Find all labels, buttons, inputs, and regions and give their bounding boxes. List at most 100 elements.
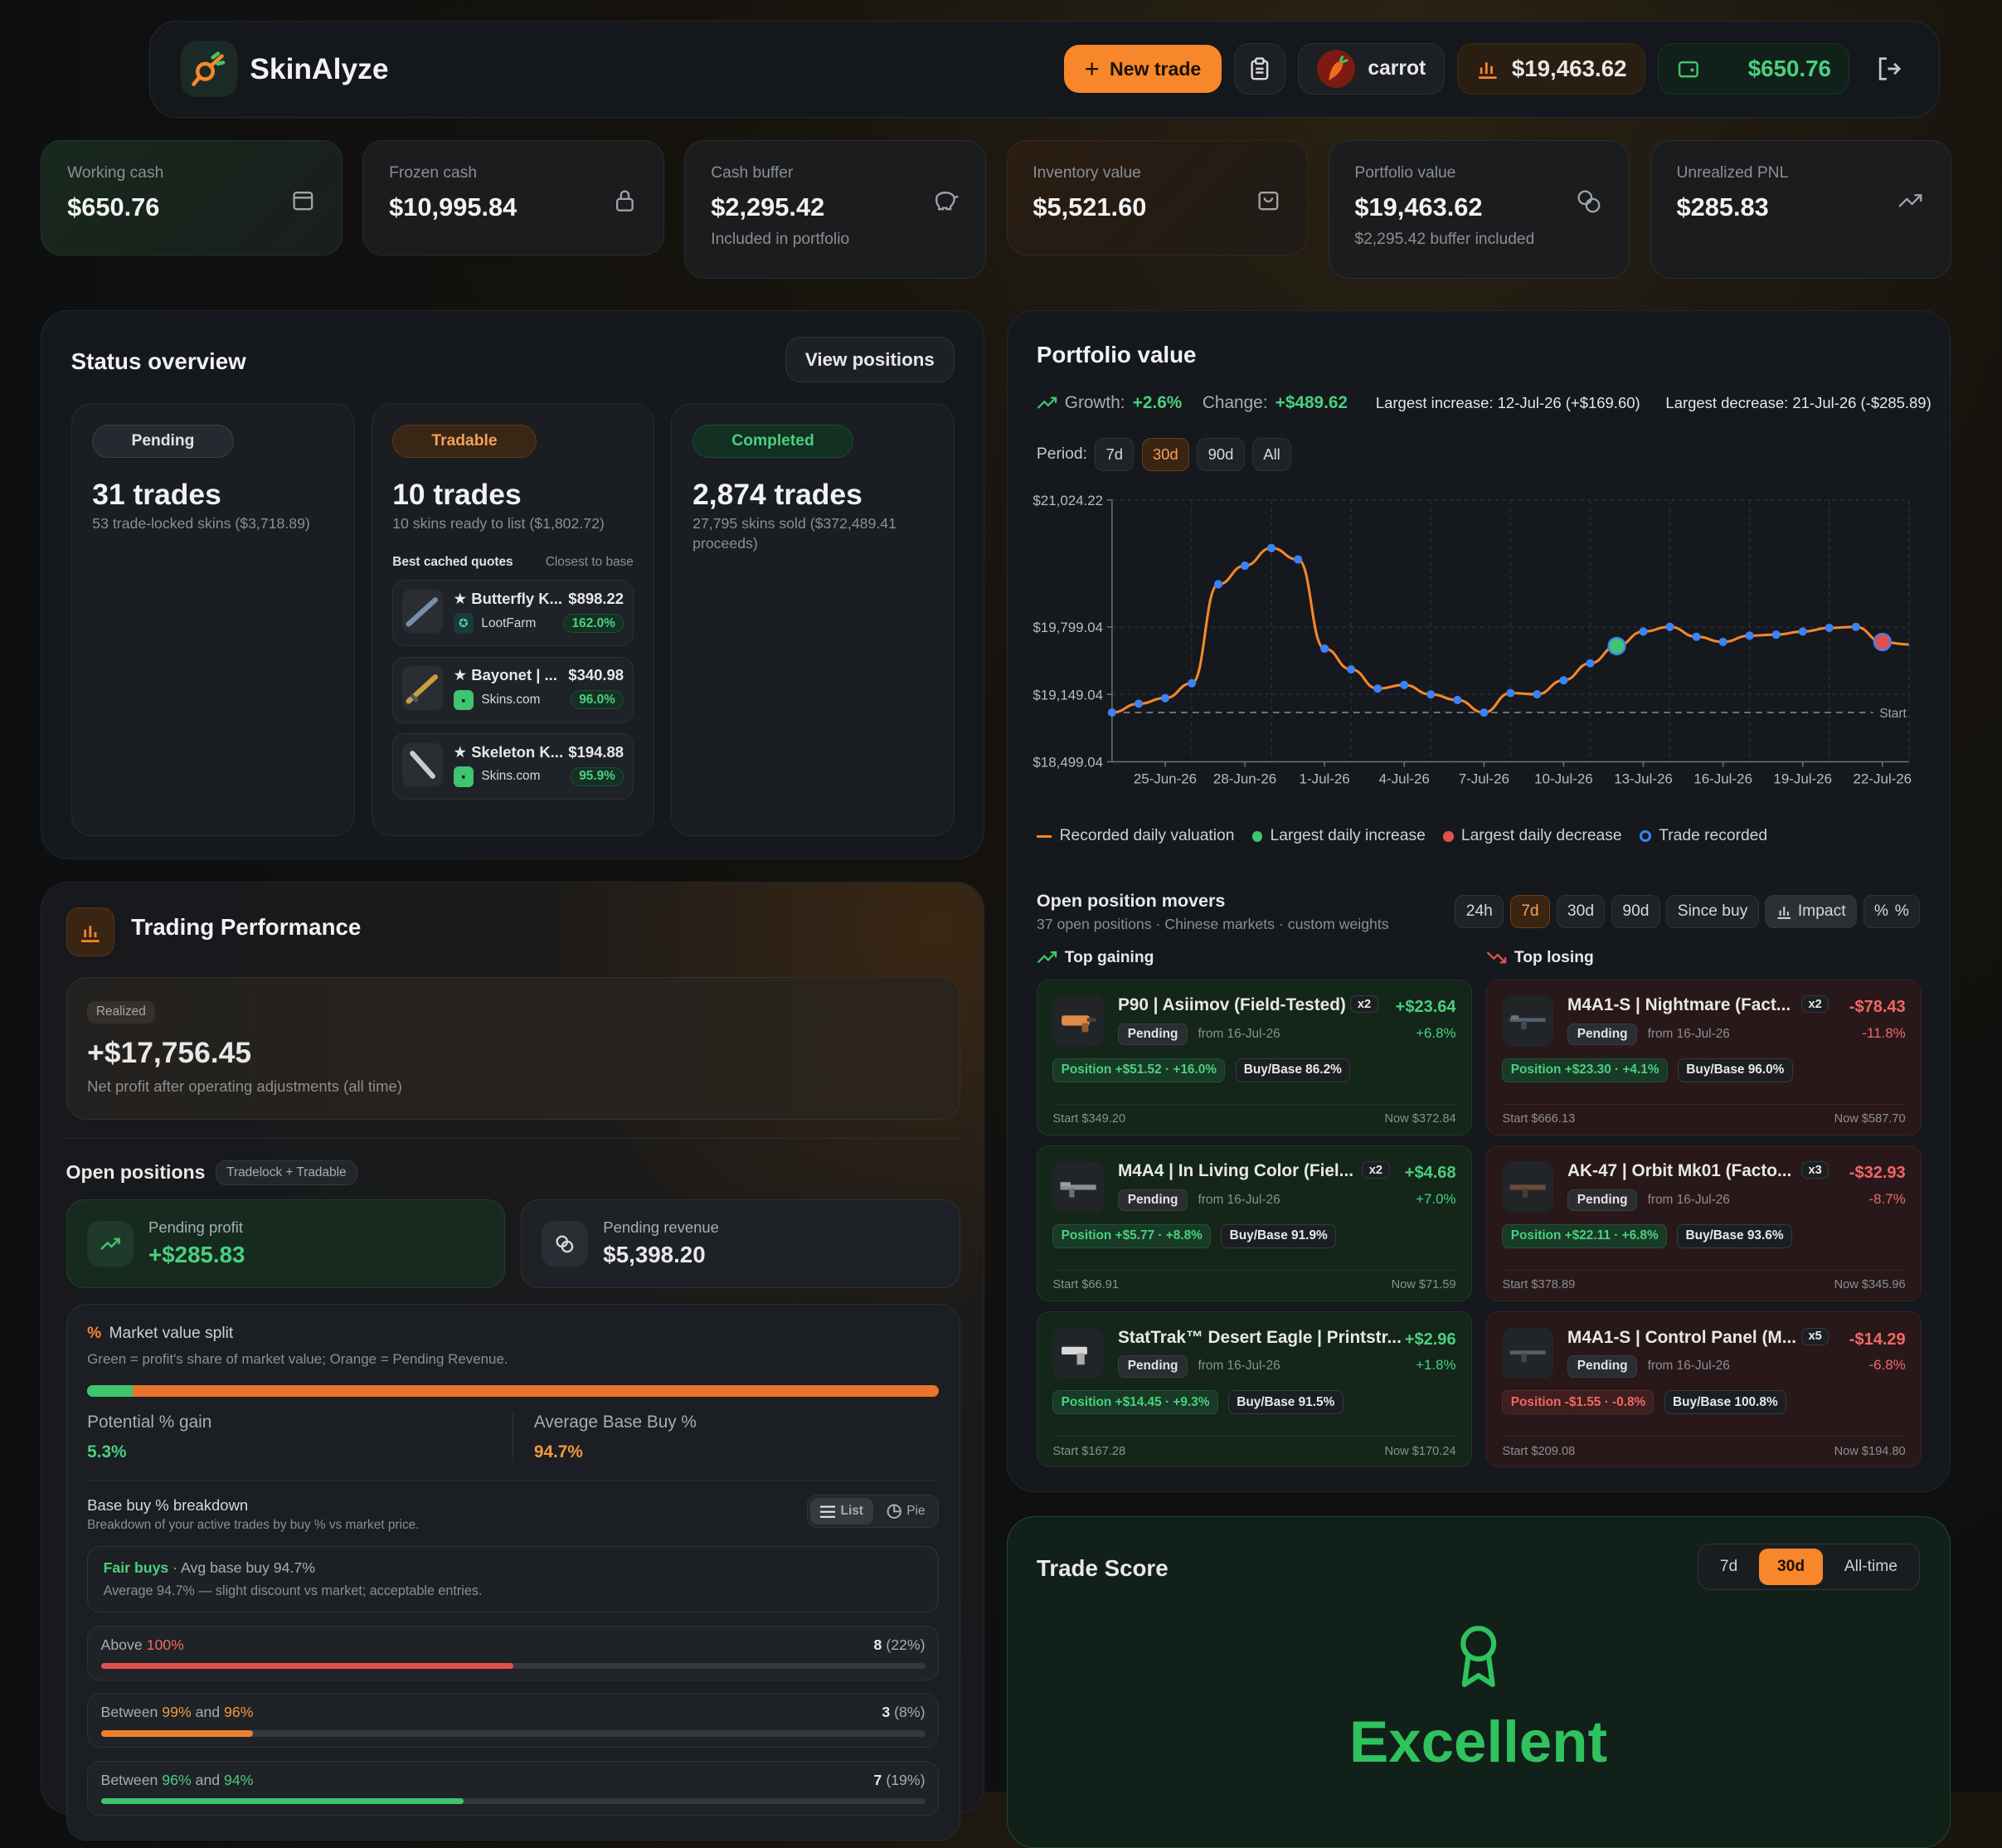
score-period-all-time[interactable]: All-time: [1826, 1549, 1915, 1585]
list-toggle[interactable]: List: [809, 1498, 874, 1525]
pending-revenue-value: $5,398.20: [603, 1242, 706, 1268]
knife-icon: [401, 742, 444, 787]
percent-icon: %: [87, 1325, 102, 1343]
clipboard-icon: [1251, 57, 1269, 80]
x-tick-label: 25-Jun-26: [1134, 771, 1197, 787]
quote-market: Skins.com: [481, 769, 541, 784]
status-completed-card[interactable]: Completed 2,874 trades 27,795 skins sold…: [671, 403, 955, 837]
mover-name: M4A1-S | Nightmare (Fact...: [1567, 995, 1791, 1015]
score-period-30d[interactable]: 30d: [1759, 1548, 1823, 1586]
filter-percent[interactable]: %%: [1863, 894, 1921, 929]
breakdown-row[interactable]: Between 99% and 96% 3 (8%): [87, 1693, 939, 1748]
quote-item[interactable]: ★ Bayonet | ... $340.98 ▪ Skins.com 96.0%: [392, 656, 634, 723]
x-tick-label: 10-Jul-26: [1534, 771, 1593, 787]
data-point: [1692, 632, 1701, 642]
range-a: 96%: [162, 1771, 192, 1788]
pie-icon: [887, 1504, 901, 1520]
split-bar: [87, 1385, 939, 1398]
list-label: List: [840, 1504, 863, 1519]
open-positions-title: Open positions: [66, 1161, 206, 1184]
mover-start: Start $66.91: [1052, 1278, 1119, 1292]
filter-30d[interactable]: 30d: [1556, 894, 1606, 929]
quote-item[interactable]: ★ Skeleton K... $194.88 ▪ Skins.com 95.9%: [392, 733, 634, 800]
period-selector: Period: 7d 30d 90d All: [1037, 437, 1292, 471]
range-a: 100%: [146, 1636, 184, 1654]
x-tick-label: 1-Jul-26: [1299, 771, 1349, 787]
wallet-pill[interactable]: $650.76: [1658, 43, 1850, 95]
pending-count: 31 trades: [92, 478, 221, 512]
breakdown-row[interactable]: Between 96% and 94% 7 (19%): [87, 1760, 939, 1816]
portfolio-value-panel: Portfolio value Growth: +2.6% Change: +$…: [1006, 310, 1951, 1492]
data-point: [1240, 562, 1250, 571]
completed-sub: 27,795 skins sold ($372,489.41 proceeds): [692, 515, 897, 552]
y-tick-label: $19,799.04: [1033, 620, 1103, 635]
movers-filters: 24h 7d 30d 90d Since buy Impact %%: [1455, 894, 1921, 929]
stat-label: Unrealized PNL: [1676, 164, 1789, 182]
change-value: +$489.62: [1275, 392, 1348, 412]
data-point: [1160, 693, 1169, 703]
filter-since-buy[interactable]: Since buy: [1666, 894, 1759, 929]
mover-card[interactable]: StatTrak™ Desert Eagle | Printstr... +$2.…: [1036, 1311, 1473, 1467]
data-point: [1266, 544, 1276, 553]
stat-value: $650.76: [67, 192, 160, 222]
breakdown-row[interactable]: Above 100% 8 (22%): [87, 1625, 939, 1680]
knife-icon: [401, 666, 444, 710]
mover-card[interactable]: AK-47 | Orbit Mk01 (Facto... x3 -$32.93 -8.…: [1486, 1145, 1922, 1301]
fair-desc: Average 94.7% — slight discount vs marke…: [103, 1583, 483, 1598]
mover-name: M4A1-S | Control Panel (M...: [1567, 1327, 1797, 1347]
data-point: [1506, 688, 1515, 698]
clipboard-button[interactable]: [1234, 43, 1285, 95]
user-menu[interactable]: carrot: [1298, 43, 1445, 95]
skins-com-icon: ▪: [453, 766, 474, 787]
lootfarm-icon: ✪: [453, 613, 474, 634]
portfolio-total-pill[interactable]: $19,463.62: [1457, 43, 1646, 95]
status-pending-card[interactable]: Pending 31 trades 53 trade-locked skins …: [70, 403, 355, 837]
quote-item[interactable]: ★ Butterfly K... $898.22 ✪ LootFarm 162.0%: [392, 580, 634, 647]
pie-toggle[interactable]: Pie: [876, 1498, 935, 1525]
mover-base: Buy/Base 86.2%: [1235, 1058, 1351, 1082]
filter-7d[interactable]: 7d: [1509, 894, 1550, 929]
data-point: [1346, 665, 1356, 674]
mover-card[interactable]: M4A1-S | Nightmare (Fact... x2 -$78.43 -11.…: [1486, 979, 1922, 1136]
logout-button[interactable]: [1870, 50, 1908, 88]
pending-profit-label: Pending profit: [148, 1218, 244, 1237]
status-overview-title: Status overview: [70, 348, 246, 374]
score-period-7d[interactable]: 7d: [1702, 1549, 1756, 1585]
range-bar: [100, 1662, 926, 1670]
quote-price: $898.22: [568, 590, 624, 608]
period-7d[interactable]: 7d: [1095, 437, 1135, 471]
range-b: 96%: [224, 1704, 254, 1721]
period-90d[interactable]: 90d: [1197, 437, 1245, 471]
app-logo[interactable]: [181, 41, 237, 98]
trade-score-title: Trade Score: [1036, 1555, 1169, 1582]
mover-name: AK-47 | Orbit Mk01 (Facto...: [1567, 1161, 1792, 1181]
mover-card[interactable]: P90 | Asiimov (Field-Tested) x2 +$23.64 +6.…: [1036, 979, 1473, 1136]
period-all[interactable]: All: [1251, 437, 1292, 471]
period-30d[interactable]: 30d: [1141, 437, 1190, 471]
status-tradable-card[interactable]: Tradable 10 trades 10 skins ready to lis…: [371, 403, 655, 837]
mover-name: P90 | Asiimov (Field-Tested): [1117, 995, 1346, 1015]
filter-90d[interactable]: 90d: [1611, 894, 1660, 929]
filter-24h[interactable]: 24h: [1455, 894, 1504, 929]
quotes-title: Best cached quotes: [392, 554, 513, 569]
pending-revenue-card: Pending revenue $5,398.20: [520, 1199, 960, 1289]
avg-base-value: 94.7%: [533, 1442, 583, 1461]
avatar: [1316, 50, 1356, 89]
realized-card: Realized +$17,756.45 Net profit after op…: [66, 976, 960, 1121]
mover-position: Position +$23.30 · +4.1%: [1502, 1058, 1668, 1082]
stat-label: Frozen cash: [389, 164, 478, 182]
filter-impact[interactable]: Impact: [1765, 894, 1857, 929]
percent-label: %: [1894, 902, 1909, 920]
weapon-icon: [1052, 1161, 1104, 1213]
view-positions-button[interactable]: View positions: [785, 337, 955, 383]
range-share: (8%): [894, 1704, 926, 1721]
quote-pct: 96.0%: [570, 690, 624, 710]
mover-card[interactable]: M4A1-S | Control Panel (M... x5 -$14.29 -6.…: [1486, 1311, 1922, 1467]
legend-trade: Trade recorded: [1640, 827, 1767, 845]
mover-base: Buy/Base 91.9%: [1221, 1223, 1336, 1248]
portfolio-chart[interactable]: $21,024.22 $19,799.04 $19,149.04 $18,499.04…: [1020, 477, 1940, 796]
mover-percent: -6.8%: [1868, 1356, 1906, 1373]
bag-icon: [1258, 191, 1279, 211]
mover-card[interactable]: M4A4 | In Living Color (Fiel... x2 +$4.68 +…: [1036, 1145, 1473, 1301]
new-trade-button[interactable]: + New trade: [1064, 44, 1222, 94]
